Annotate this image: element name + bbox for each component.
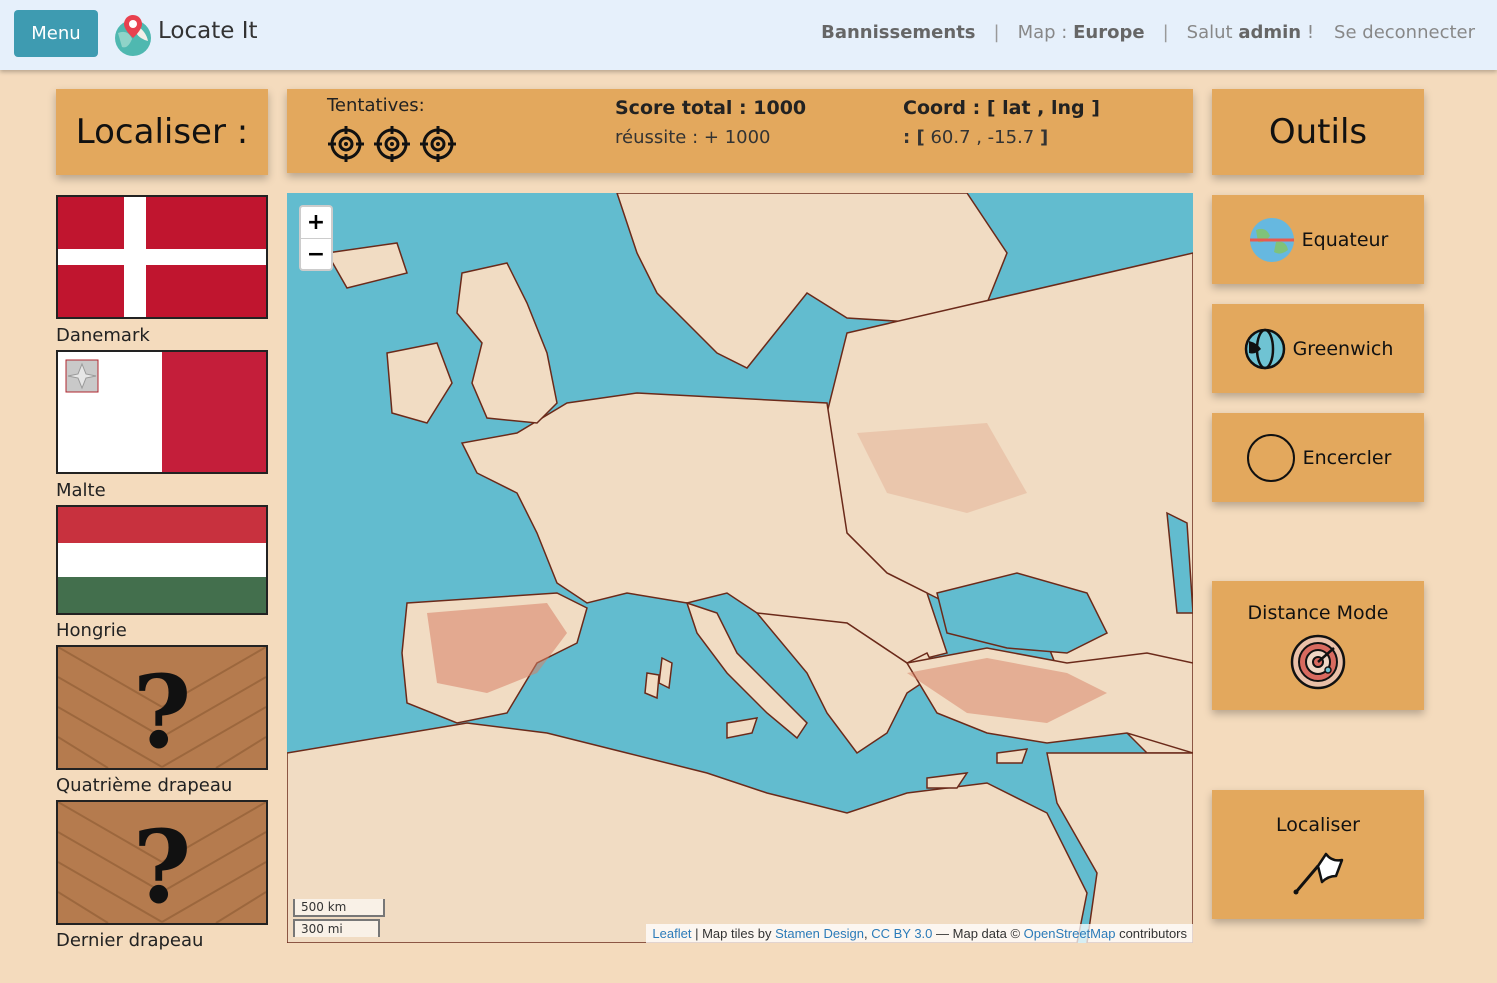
equator-button[interactable]: Equateur — [1212, 195, 1424, 284]
zoom-out-button[interactable]: − — [301, 238, 331, 269]
attribution-comma: , — [863, 926, 868, 941]
map-tiles[interactable] — [287, 193, 1193, 943]
tools-title-card: Outils — [1212, 89, 1424, 175]
crosshair-icon — [328, 126, 364, 162]
brand-name[interactable]: Locate It — [158, 18, 258, 44]
tools-title: Outils — [1268, 112, 1368, 152]
map-indicator: Map : Europe — [1018, 22, 1145, 43]
flag-unknown[interactable]: ? — [56, 800, 268, 925]
greeting-text: Salut — [1186, 22, 1233, 43]
map-attribution: Leaflet | Map tiles by Stamen Design, CC… — [646, 924, 1193, 943]
license-link[interactable]: CC BY 3.0 — [871, 926, 932, 941]
nav-separator: | — [993, 22, 1000, 43]
greenwich-button[interactable]: Greenwich — [1212, 304, 1424, 393]
coord-suffix: ] — [1040, 127, 1049, 148]
greenwich-label: Greenwich — [1292, 337, 1394, 360]
flag-name-label: Quatrième drapeau — [56, 775, 233, 796]
scale-km: 500 km — [293, 899, 385, 917]
attribution-text: — Map data © — [936, 926, 1021, 941]
radar-target-icon — [1290, 634, 1346, 689]
osm-link[interactable]: OpenStreetMap — [1024, 926, 1116, 941]
crosshair-icon — [374, 126, 410, 162]
nav-separator: | — [1162, 22, 1169, 43]
equator-label: Equateur — [1301, 228, 1389, 251]
username: admin — [1238, 22, 1302, 43]
flag-name-label: Malte — [56, 480, 106, 501]
map-prefix: Map : — [1017, 22, 1068, 43]
europe-map[interactable]: + − 500 km 300 mi Leaflet | Map tiles by… — [287, 193, 1193, 943]
flag-name-label: Danemark — [56, 325, 150, 346]
attempts-indicator — [327, 125, 457, 163]
greeting-suffix: ! — [1306, 22, 1315, 43]
hungary-flag-icon — [58, 507, 266, 613]
flag-name-label: Hongrie — [56, 620, 127, 641]
svg-text:?: ? — [133, 653, 192, 768]
globe-pin-logo-icon[interactable] — [110, 11, 156, 57]
flag-unknown[interactable]: ? — [56, 645, 268, 770]
flag-hungary[interactable] — [56, 505, 268, 615]
nav-right: Bannissements | Map : Europe | Salut adm… — [821, 22, 1475, 43]
svg-text:?: ? — [133, 808, 192, 923]
question-mark-icon: ? — [58, 802, 266, 923]
leaflet-link[interactable]: Leaflet — [652, 926, 691, 941]
coord-value: : [ 60.7 , -15.7 ] — [903, 127, 1048, 148]
question-mark-icon: ? — [58, 647, 266, 768]
flag-denmark[interactable] — [56, 195, 268, 319]
game-info-card: Tentatives: Score total: 1000 réussite … — [287, 89, 1193, 173]
denmark-flag-icon — [58, 197, 266, 317]
zoom-in-button[interactable]: + — [301, 207, 331, 238]
flag-malta[interactable] — [56, 350, 268, 474]
bans-link[interactable]: Bannissements — [821, 22, 975, 43]
globe-meridian-icon — [1244, 328, 1285, 369]
scale-bar: 500 km 300 mi — [293, 899, 385, 937]
malta-flag-icon — [58, 352, 266, 472]
distance-mode-button[interactable]: Distance Mode — [1212, 581, 1424, 710]
flag-name-label: Dernier drapeau — [56, 930, 204, 951]
score-success: réussite : + 1000 — [615, 127, 771, 148]
crosshair-icon — [420, 126, 456, 162]
zoom-control: + − — [299, 205, 333, 271]
globe-equator-icon — [1249, 217, 1294, 262]
attribution-text: | Map tiles by — [695, 926, 772, 941]
locate-title-card: Localiser : — [56, 89, 268, 175]
top-navbar: Menu Locate It Bannissements | Map : Eur… — [0, 0, 1497, 70]
stamen-link[interactable]: Stamen Design — [775, 926, 864, 941]
locate-label: Localiser — [1276, 813, 1360, 836]
distance-mode-label: Distance Mode — [1247, 601, 1389, 624]
logout-link[interactable]: Se deconnecter — [1334, 22, 1475, 43]
locate-button[interactable]: Localiser — [1212, 790, 1424, 919]
attempts-label: Tentatives: — [327, 95, 425, 116]
coord-label: Coord : [ lat , lng ] — [903, 97, 1100, 119]
scale-mi: 300 mi — [293, 919, 380, 937]
user-greeting: Salut admin ! — [1187, 22, 1314, 43]
locate-title: Localiser : — [75, 112, 249, 152]
menu-button[interactable]: Menu — [14, 10, 98, 57]
circle-label: Encercler — [1302, 446, 1392, 469]
score-total: Score total : 1000 — [615, 97, 807, 119]
circle-icon — [1246, 433, 1295, 482]
circle-button[interactable]: Encercler — [1212, 413, 1424, 502]
coord-prefix: : [ — [903, 127, 925, 148]
coord-numbers: 60.7 , -15.7 — [930, 127, 1035, 148]
map-name: Europe — [1073, 22, 1145, 43]
flag-marker-icon — [1293, 852, 1344, 894]
attribution-text: contributors — [1119, 926, 1187, 941]
